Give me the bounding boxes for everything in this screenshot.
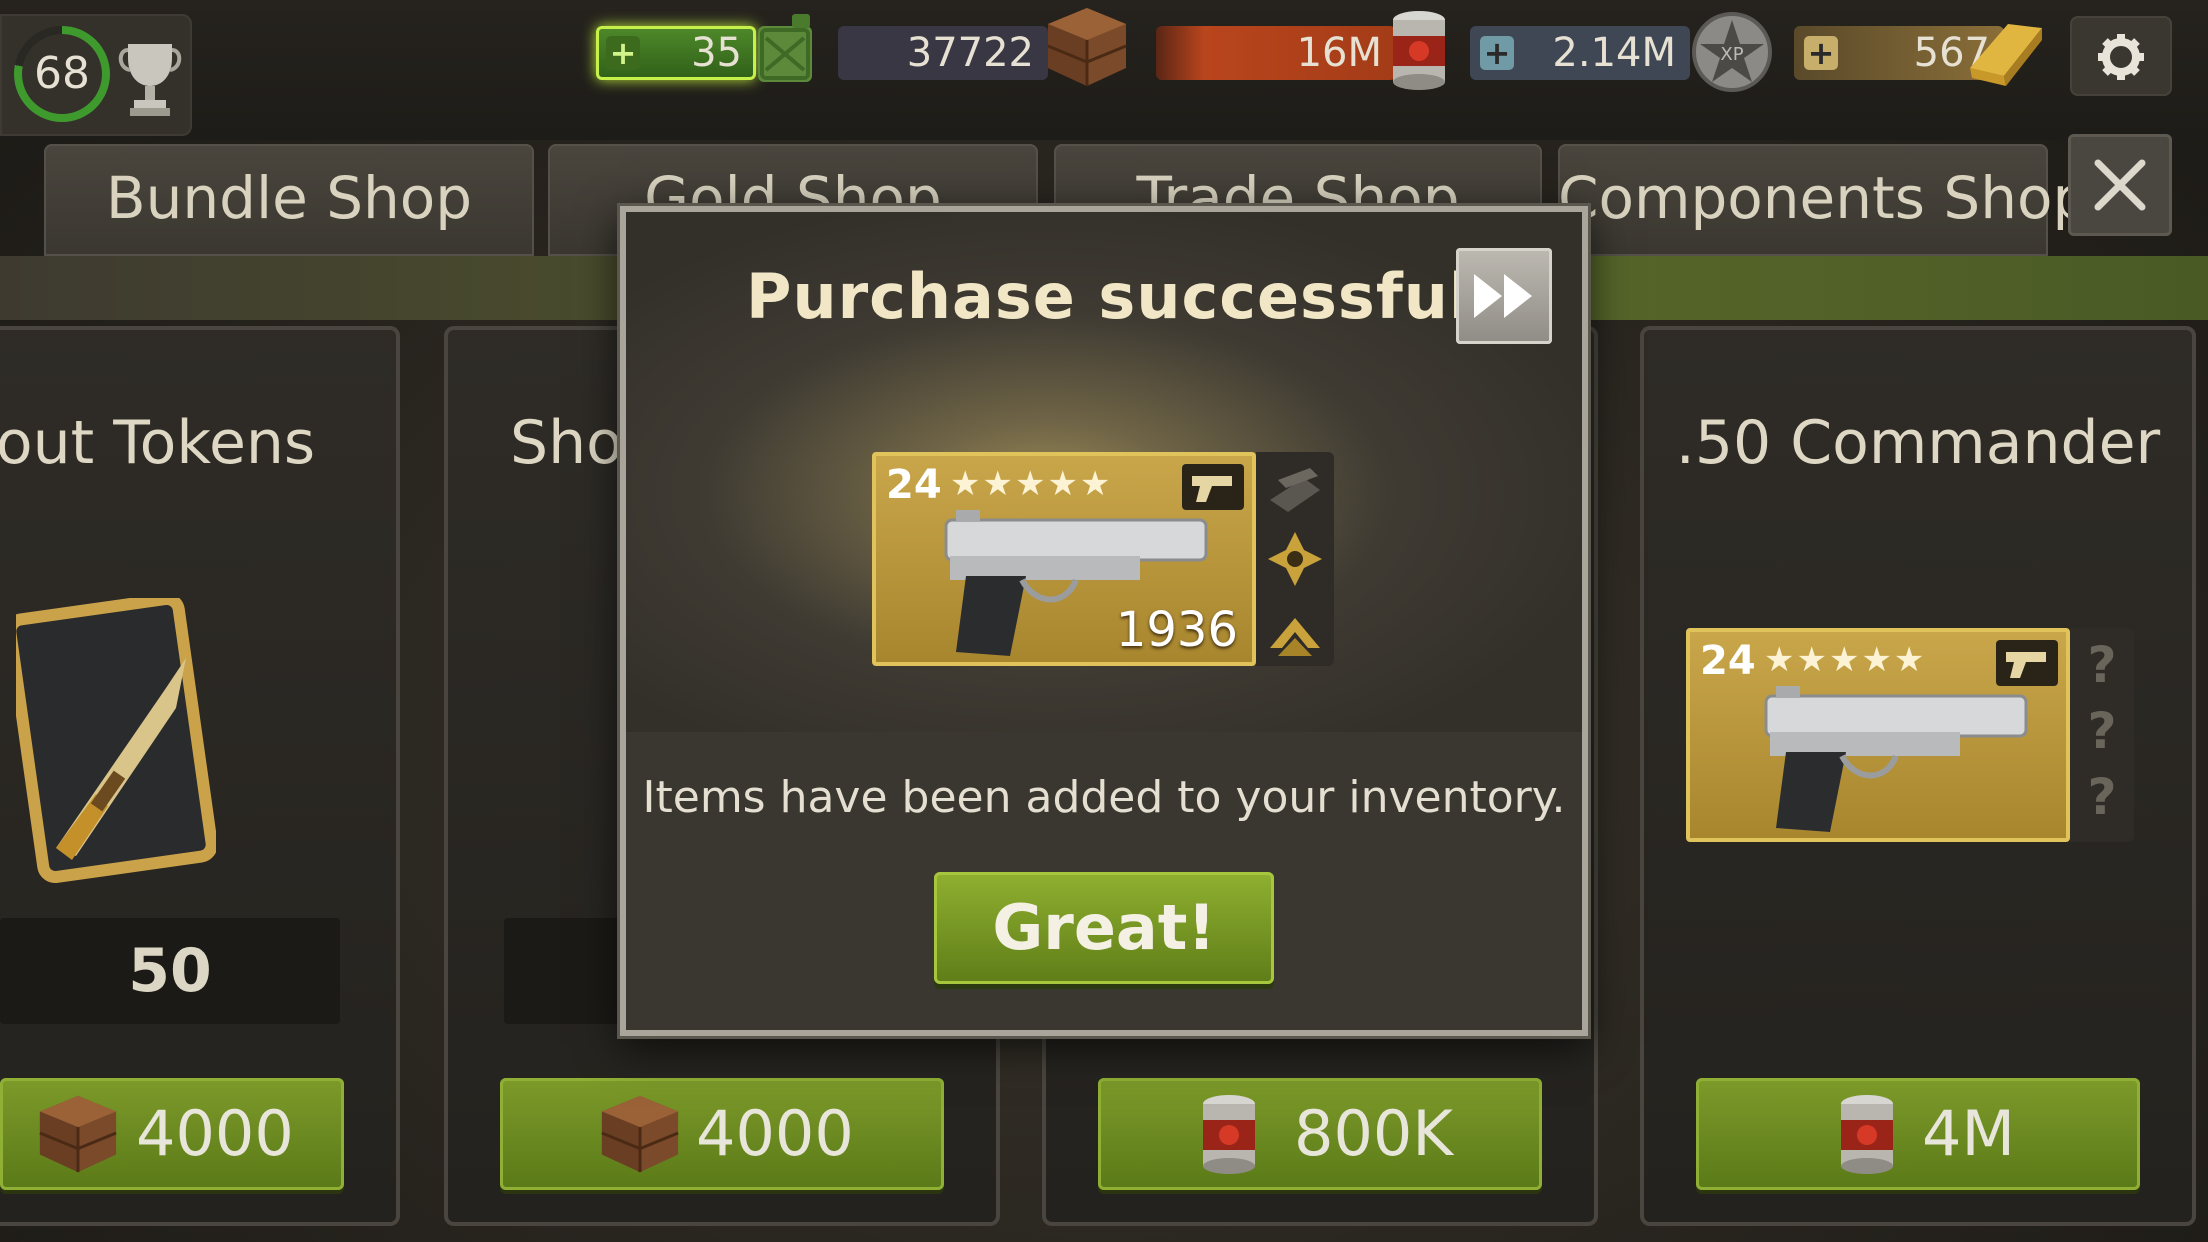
gear-icon	[2098, 34, 2144, 80]
crate-icon	[601, 1095, 679, 1173]
resource-bar: 68 + 35 37722 16M + 2.14M XP + 567	[0, 0, 2208, 140]
unknown-perk-icon: ?	[2087, 768, 2117, 826]
food-counter: 16M	[1156, 26, 1396, 80]
fuel-value: 35	[691, 30, 742, 76]
add-gold-icon[interactable]: +	[1804, 36, 1838, 70]
tab-label: Components Shop	[1558, 164, 2090, 232]
pistol-image	[1764, 686, 2028, 832]
add-fuel-icon[interactable]: +	[606, 36, 640, 70]
crate-icon	[39, 1095, 117, 1173]
price-label: 4000	[136, 1097, 294, 1170]
card-title: .50 Commander	[1675, 408, 2161, 478]
weapon-power: 1936	[1115, 602, 1238, 658]
tab-label: Bundle Shop	[105, 164, 473, 232]
dialog-title: Purchase successful!	[746, 260, 1501, 333]
svg-text:XP: XP	[1720, 44, 1743, 65]
trophy-icon	[118, 44, 182, 116]
great-button[interactable]: Great!	[934, 872, 1274, 984]
xp-badge-icon: XP	[1692, 12, 1772, 92]
xp-value: 2.14M	[1552, 30, 1676, 76]
token-count: 50	[0, 918, 340, 1024]
buy-trade-item-button[interactable]: 800K	[1098, 1078, 1542, 1190]
bullet-perk-icon	[1270, 468, 1320, 512]
supplies-counter: 37722	[838, 26, 1048, 80]
dialog-message: Items have been added to your inventory.	[642, 772, 1566, 823]
reward-weapon-tile: 24 ★★★★★ 1936	[872, 452, 1256, 666]
buy-scout-tokens-button[interactable]: 4000	[0, 1078, 344, 1190]
card-title: Scout Tokens	[0, 408, 316, 478]
weapon-tile: 24 ★★★★★	[1686, 628, 2070, 842]
food-can-icon	[1393, 11, 1445, 90]
perk-slots: ? ? ?	[2070, 628, 2134, 842]
price-label: 4M	[1922, 1097, 2015, 1170]
price-label: 4000	[696, 1097, 854, 1170]
close-button[interactable]	[2068, 134, 2172, 236]
tab-components-shop[interactable]: Components Shop	[1558, 144, 2090, 256]
fuel-can-icon	[758, 14, 812, 82]
upgrade-perk-icon	[1270, 618, 1320, 656]
add-xp-icon[interactable]: +	[1480, 36, 1514, 70]
crate-icon	[1047, 8, 1127, 86]
gold-bar-icon	[1970, 24, 2042, 86]
purchase-success-dialog: Purchase successful! 24 ★★★★★ 1936 Items…	[620, 206, 1588, 1036]
shop-screen: 68 + 35 37722 16M + 2.14M XP + 567 Bundl…	[0, 0, 2208, 1242]
price-label: 800K	[1294, 1097, 1453, 1170]
supplies-value: 37722	[906, 30, 1034, 76]
close-icon	[2094, 159, 2146, 211]
tab-bundle-shop[interactable]: Bundle Shop	[44, 144, 534, 256]
food-can-icon	[1203, 1095, 1255, 1174]
fast-forward-icon	[1474, 274, 1532, 318]
settings-button[interactable]	[2070, 16, 2172, 96]
shop-card-50-commander[interactable]: .50 Commander 24 ★★★★★ ? ? ? 4M	[1640, 326, 2196, 1226]
perk-slots	[1256, 452, 1334, 666]
scout-token-icon	[16, 598, 216, 884]
food-value: 16M	[1296, 30, 1382, 76]
unknown-perk-icon: ?	[2087, 702, 2117, 760]
buy-shotgun-button[interactable]: 4000	[500, 1078, 944, 1190]
food-can-icon	[1841, 1095, 1893, 1174]
shop-card-scout-tokens[interactable]: Scout Tokens 50 4000	[0, 326, 400, 1226]
skip-button[interactable]	[1456, 248, 1552, 344]
player-level: 68	[34, 48, 90, 99]
crosshair-perk-icon	[1268, 532, 1322, 586]
unknown-perk-icon: ?	[2087, 636, 2117, 694]
player-level-button[interactable]: 68	[0, 14, 192, 136]
xp-counter[interactable]: + 2.14M	[1470, 26, 1690, 80]
great-button-label: Great!	[992, 891, 1216, 964]
buy-50-commander-button[interactable]: 4M	[1696, 1078, 2140, 1190]
fuel-counter[interactable]: + 35	[596, 26, 756, 80]
